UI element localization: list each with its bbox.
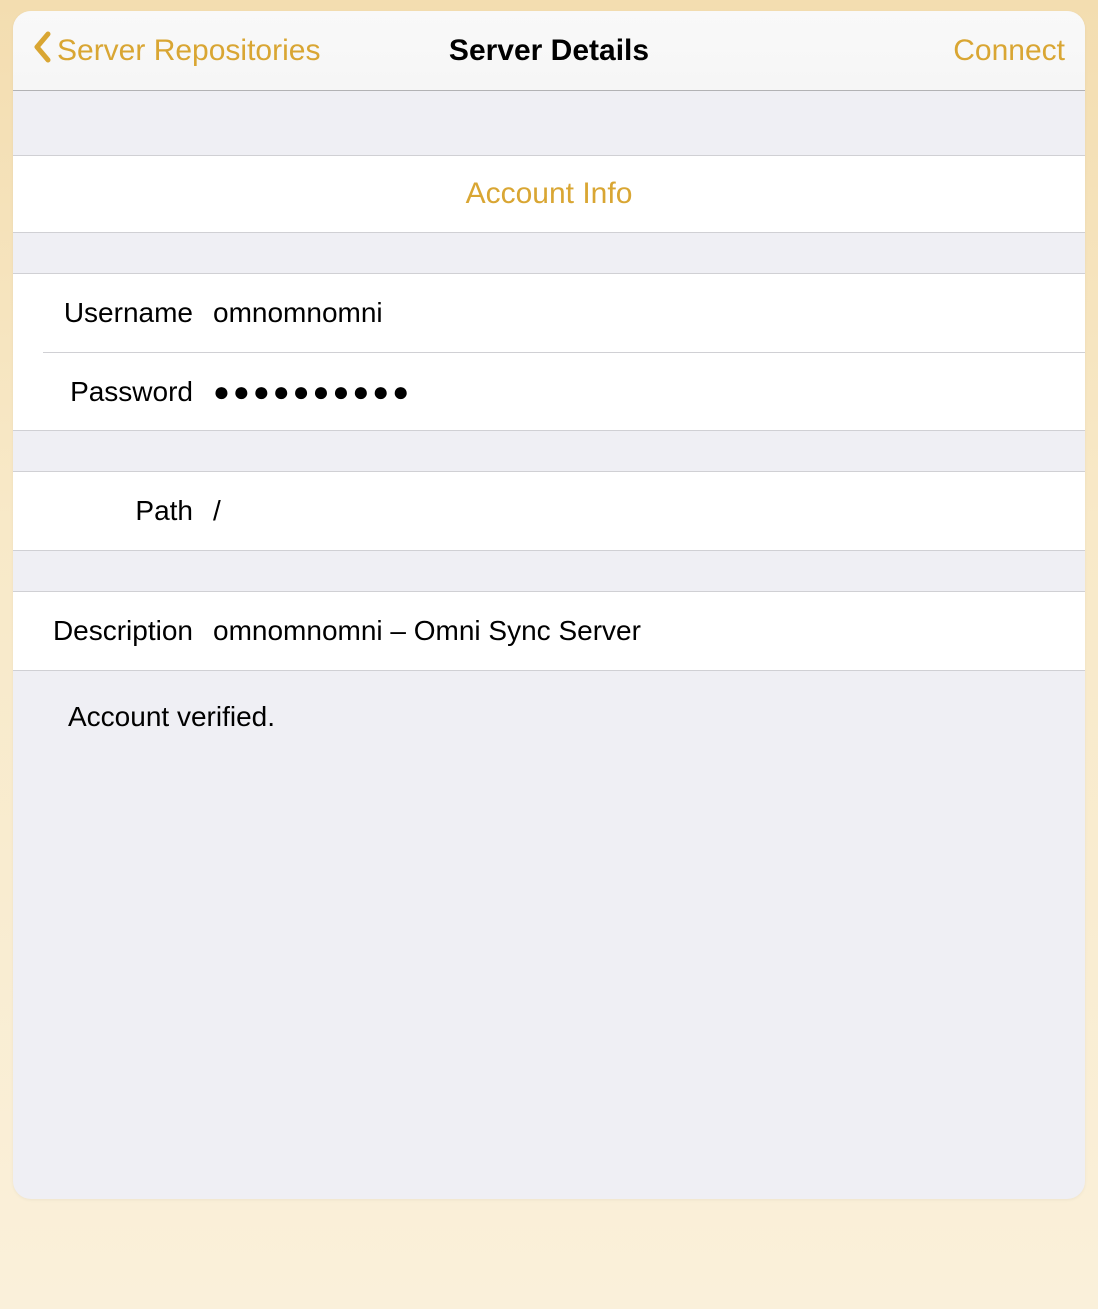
account-info-button[interactable]: Account Info <box>13 155 1085 233</box>
credentials-group: Username Password ●●●●●●●●●● <box>13 273 1085 431</box>
path-label: Path <box>43 495 213 527</box>
back-label: Server Repositories <box>57 34 320 68</box>
status-message: Account verified. <box>13 671 1085 763</box>
navbar: Server Repositories Server Details Conne… <box>13 11 1085 91</box>
path-field[interactable] <box>213 495 1085 527</box>
password-label: Password <box>43 376 213 408</box>
path-group: Path <box>13 471 1085 551</box>
description-field[interactable] <box>213 615 1085 647</box>
back-button[interactable]: Server Repositories <box>33 31 320 71</box>
server-details-modal: Server Repositories Server Details Conne… <box>13 11 1085 1199</box>
path-row: Path <box>13 472 1085 550</box>
content-area: Account Info Username Password ●●●●●●●●●… <box>13 91 1085 763</box>
section-spacer <box>13 431 1085 471</box>
password-row: Password ●●●●●●●●●● <box>43 352 1085 430</box>
username-field[interactable] <box>213 297 1085 329</box>
connect-button[interactable]: Connect <box>953 34 1065 68</box>
account-info-label: Account Info <box>466 177 633 211</box>
username-label: Username <box>43 297 213 329</box>
page-title: Server Details <box>449 34 649 68</box>
section-spacer <box>13 551 1085 591</box>
username-row: Username <box>13 274 1085 352</box>
password-field[interactable]: ●●●●●●●●●● <box>213 376 1085 408</box>
chevron-left-icon <box>33 31 51 71</box>
section-spacer <box>13 91 1085 155</box>
description-group: Description <box>13 591 1085 671</box>
description-row: Description <box>13 592 1085 670</box>
section-spacer <box>13 233 1085 273</box>
description-label: Description <box>43 615 213 647</box>
